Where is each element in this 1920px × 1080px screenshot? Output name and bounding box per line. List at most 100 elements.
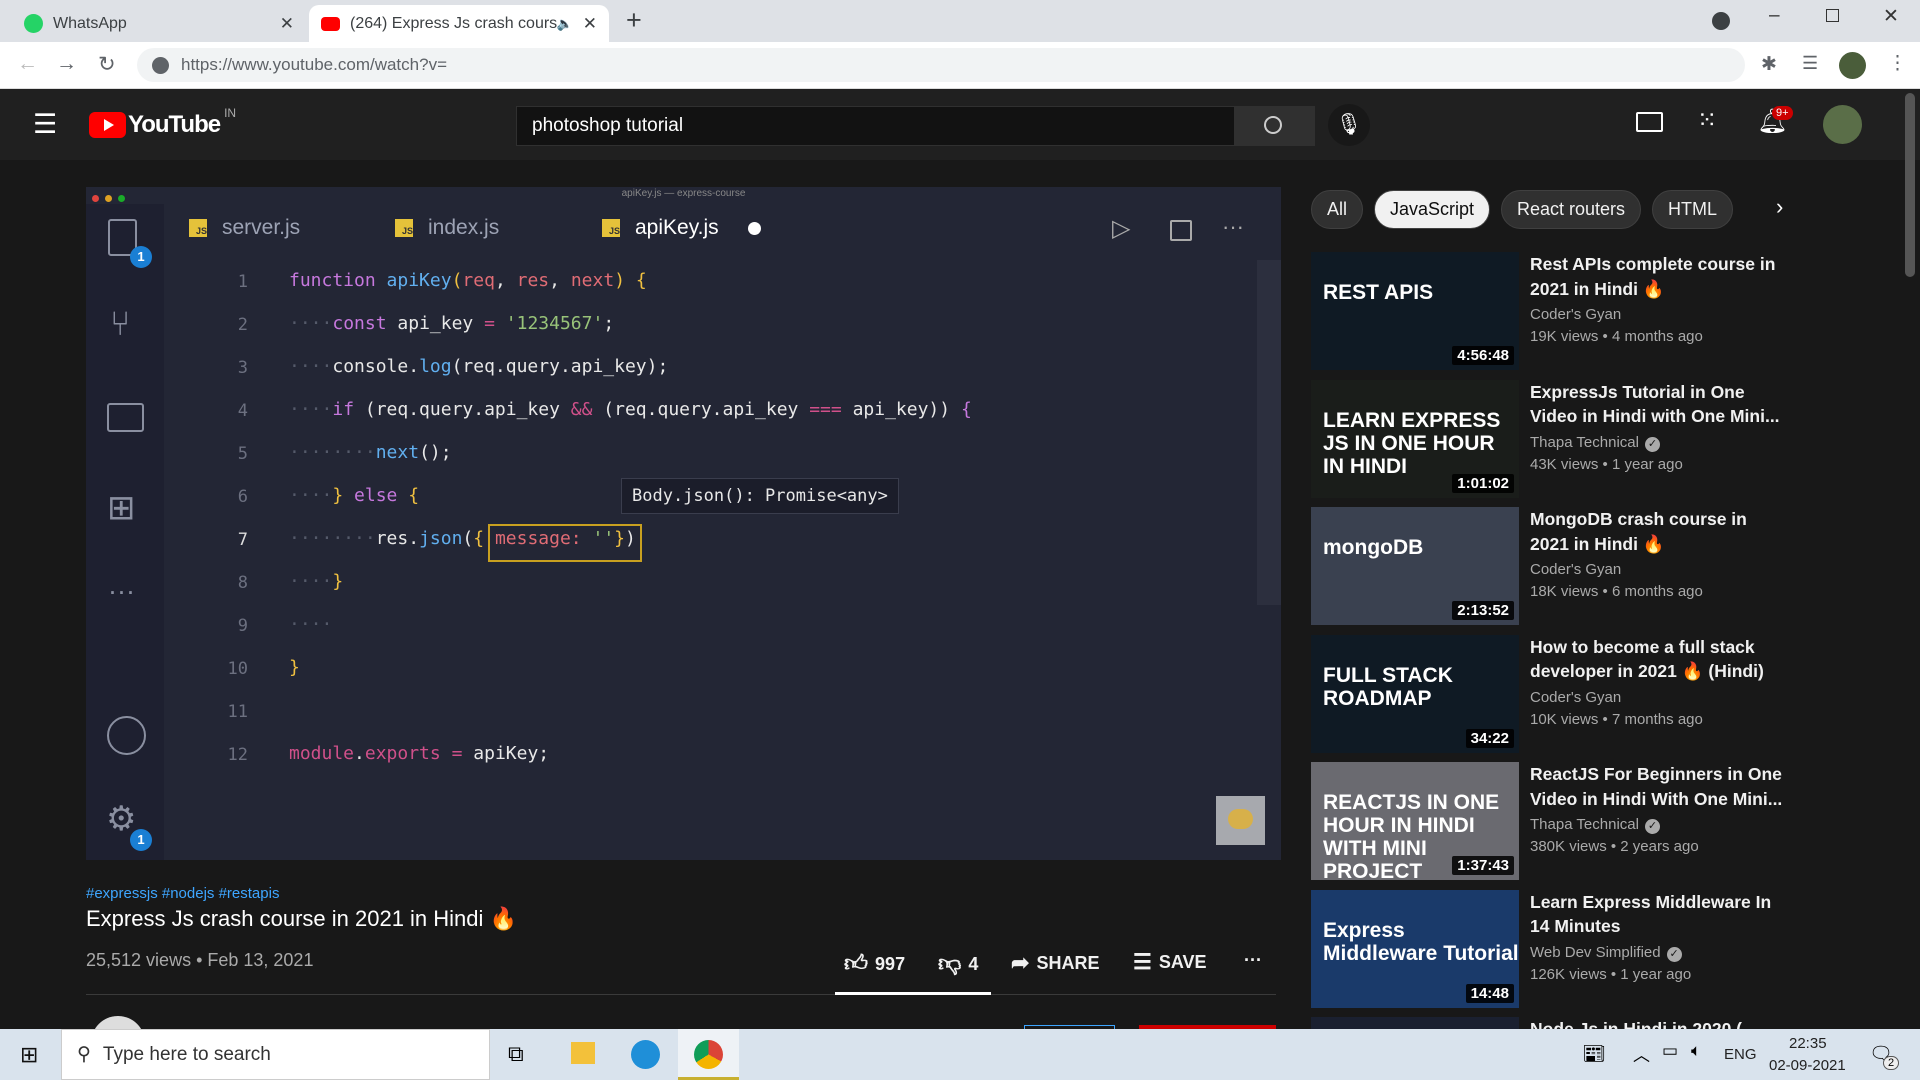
channel-watermark-bird-icon[interactable] — [1216, 796, 1265, 845]
recommended-video[interactable]: mongoDB 2:13:52 MongoDB crash course in 20… — [1311, 507, 1789, 625]
clock-date[interactable]: 02-09-2021 — [1769, 1057, 1846, 1074]
chrome-taskbar-button[interactable] — [678, 1029, 739, 1080]
code-line[interactable]: ····} else { — [289, 485, 419, 506]
channel-name[interactable]: Thapa Technical ✓ — [1530, 434, 1660, 452]
run-icon[interactable]: ▷ — [1112, 214, 1130, 243]
file-tab-server[interactable]: JS server.js — [189, 216, 300, 240]
code-line[interactable]: ····if (req.query.api_key && (req.query.… — [289, 399, 972, 420]
tab-whatsapp[interactable]: WhatsApp ✕ — [12, 5, 306, 42]
dislike-button[interactable]: 👎︎ 4 — [938, 950, 978, 978]
video-thumbnail[interactable]: LEARN EXPRESS JS IN ONE HOUR IN HINDI 1:0… — [1311, 379, 1519, 498]
code-line[interactable]: } — [289, 657, 300, 678]
channel-name[interactable]: Coder's Gyan — [1530, 689, 1621, 706]
account-icon[interactable] — [107, 716, 146, 755]
volume-icon[interactable]: 🔈︎ — [1691, 1041, 1701, 1061]
battery-icon[interactable]: ▭ — [1662, 1041, 1678, 1061]
video-thumbnail[interactable]: FULL STACK ROADMAP 34:22 — [1311, 634, 1519, 753]
recommended-video[interactable]: Express Middleware Tutorial 14:48 Learn Ex… — [1311, 889, 1789, 1008]
close-window-button[interactable]: ✕ — [1883, 5, 1899, 28]
extensions-icon[interactable]: ⊞ — [107, 488, 136, 528]
reload-button[interactable]: ↻ — [98, 52, 116, 77]
forward-button[interactable]: → — [56, 52, 77, 76]
restore-button[interactable] — [1826, 9, 1839, 22]
code-line[interactable]: ····const api_key = '1234567'; — [289, 313, 614, 334]
video-title[interactable]: Rest APIs complete course in 2021 in Hin… — [1530, 252, 1787, 301]
recommended-video[interactable]: REST APIS 4:56:48 Rest APIs complete cours… — [1311, 252, 1789, 370]
new-tab-button[interactable]: + — [626, 5, 642, 36]
chip-react-routers[interactable]: React routers — [1501, 190, 1642, 229]
close-tab-icon[interactable]: ✕ — [280, 14, 294, 34]
windows-start-icon[interactable]: ⊞ — [20, 1042, 38, 1068]
editor-more-icon[interactable]: ··· — [1222, 214, 1244, 240]
youtube-logo[interactable]: YouTube IN — [89, 106, 236, 139]
video-player[interactable]: apiKey.js — express-course 1 ⑂ ⊞ ··· ⚙ 1… — [86, 187, 1281, 860]
search-button[interactable] — [1235, 106, 1315, 146]
code-line[interactable]: ····} — [289, 571, 343, 592]
source-control-icon[interactable]: ⑂ — [110, 305, 130, 344]
video-title[interactable]: Learn Express Middleware In 14 Minutes — [1530, 890, 1787, 939]
close-tab-icon[interactable]: ✕ — [583, 14, 597, 34]
chip-html[interactable]: HTML — [1652, 190, 1733, 229]
editor-scrollbar[interactable] — [1257, 260, 1281, 605]
news-widget-icon[interactable]: 📰︎ — [1582, 1042, 1606, 1066]
code-line[interactable]: ····console.log(req.query.api_key); — [289, 356, 668, 377]
chevron-right-icon[interactable]: › — [1776, 194, 1783, 220]
file-tab-apikey[interactable]: JS apiKey.js — [602, 216, 761, 240]
chip-all[interactable]: All — [1311, 190, 1364, 229]
taskbar-search-input[interactable]: ⚲ Type here to search — [61, 1029, 490, 1080]
recommended-video[interactable]: FULL STACK ROADMAP 34:22 How to become a f… — [1311, 634, 1789, 753]
account-avatar[interactable] — [1823, 105, 1862, 144]
language-indicator[interactable]: ENG — [1724, 1046, 1757, 1063]
voice-search-icon[interactable]: 🎙 — [1328, 104, 1370, 146]
search-input[interactable]: photoshop tutorial — [516, 106, 1235, 146]
code-line[interactable]: module.exports = apiKey; — [289, 743, 549, 764]
save-button[interactable]: ☰ SAVE — [1133, 950, 1207, 975]
video-thumbnail[interactable]: REST APIS 4:56:48 — [1311, 252, 1519, 370]
chrome-menu-icon[interactable]: ⋮ — [1888, 52, 1907, 75]
video-title[interactable]: MongoDB crash course in 2021 in Hindi 🔥 — [1530, 507, 1787, 556]
share-button[interactable]: ➦ SHARE — [1011, 950, 1099, 976]
site-info-icon[interactable] — [152, 56, 169, 74]
apps-grid-icon[interactable]: ⁙ — [1697, 106, 1717, 135]
edge-icon[interactable] — [631, 1040, 660, 1069]
code-line[interactable]: ···· — [289, 614, 332, 635]
split-editor-icon[interactable] — [1170, 220, 1192, 241]
extensions-icon[interactable]: ✱ — [1761, 53, 1777, 76]
address-bar[interactable]: https://www.youtube.com/watch?v= — [137, 48, 1745, 82]
code-line[interactable]: function apiKey(req, res, next) { — [289, 270, 647, 291]
video-title[interactable]: ReactJS For Beginners in One Video in Hi… — [1530, 762, 1787, 811]
video-title[interactable]: ExpressJs Tutorial in One Video in Hindi… — [1530, 380, 1787, 429]
channel-name[interactable]: Web Dev Simplified ✓ — [1530, 944, 1682, 962]
video-hashtags[interactable]: #expressjs #nodejs #restapis — [86, 885, 279, 902]
recommended-video[interactable]: REACTJS IN ONE HOUR IN HINDI WITH MINI P… — [1311, 762, 1789, 880]
video-thumbnail[interactable]: Express Middleware Tutorial 14:48 — [1311, 889, 1519, 1008]
profile-avatar[interactable] — [1839, 52, 1866, 79]
minimize-button[interactable]: – — [1769, 5, 1780, 27]
video-thumbnail[interactable]: mongoDB 2:13:52 — [1311, 507, 1519, 625]
back-button[interactable]: ← — [17, 52, 38, 76]
code-line[interactable]: ········next(); — [289, 442, 452, 463]
video-title[interactable]: How to become a full stack developer in … — [1530, 635, 1787, 684]
speaker-icon[interactable]: 🔈 — [557, 16, 573, 32]
remote-explorer-icon[interactable] — [107, 403, 144, 432]
file-tab-index[interactable]: JS index.js — [395, 216, 499, 240]
channel-name[interactable]: Coder's Gyan — [1530, 561, 1621, 578]
show-hidden-icons-chevron[interactable]: ︿ — [1633, 1041, 1650, 1066]
task-view-icon[interactable]: ⧉ — [508, 1041, 524, 1067]
video-thumbnail[interactable]: REACTJS IN ONE HOUR IN HINDI WITH MINI P… — [1311, 762, 1519, 880]
page-scrollbar[interactable] — [1905, 93, 1915, 277]
recommended-video[interactable]: LEARN EXPRESS JS IN ONE HOUR IN HINDI 1:0… — [1311, 379, 1789, 498]
tab-search-icon[interactable] — [1712, 12, 1730, 30]
chip-javascript[interactable]: JavaScript — [1374, 190, 1491, 229]
like-button[interactable]: 👍︎ 997 — [844, 950, 905, 978]
reading-list-icon[interactable]: ☰ — [1802, 53, 1818, 74]
file-explorer-icon[interactable] — [571, 1042, 595, 1064]
create-video-icon[interactable] — [1636, 112, 1663, 132]
more-actions-button[interactable]: ··· — [1244, 950, 1262, 971]
clock-time[interactable]: 22:35 — [1789, 1035, 1827, 1052]
channel-name[interactable]: Thapa Technical ✓ — [1530, 816, 1660, 834]
hamburger-menu-icon[interactable]: ☰ — [33, 109, 57, 140]
channel-name[interactable]: Coder's Gyan — [1530, 306, 1621, 323]
more-icon[interactable]: ··· — [108, 576, 135, 607]
tab-youtube[interactable]: (264) Express Js crash course in 2021 in… — [309, 5, 609, 42]
